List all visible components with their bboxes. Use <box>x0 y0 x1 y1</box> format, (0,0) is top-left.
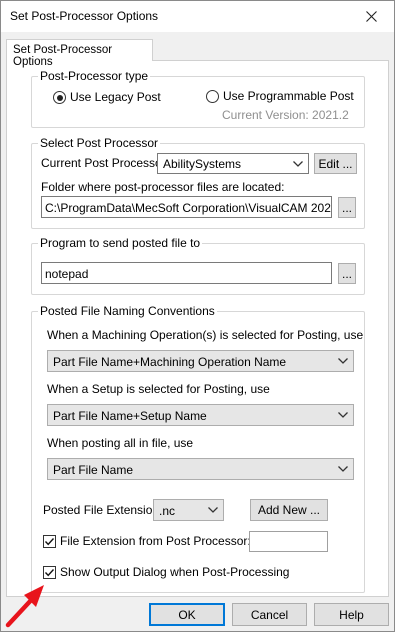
legacy-post-radio[interactable] <box>53 91 66 104</box>
setup-label: When a Setup is selected for Posting, us… <box>47 382 270 396</box>
post-processor-type-group: Post-Processor type Use Legacy Post Use … <box>31 69 365 128</box>
ext-from-post-label[interactable]: File Extension from Post Processor: <box>60 534 251 548</box>
close-icon <box>366 11 377 22</box>
current-post-processor-value: AbilitySystems <box>163 157 242 171</box>
tab-set-post-processor-options[interactable]: Set Post-Processor Options <box>6 39 153 68</box>
add-new-extension-button[interactable]: Add New ... <box>250 499 328 521</box>
checkmark-icon <box>44 538 55 546</box>
edit-post-button[interactable]: Edit ... <box>314 153 357 174</box>
file-extension-value: .nc <box>159 504 176 518</box>
ok-button[interactable]: OK <box>149 603 225 626</box>
setup-value: Part File Name+Setup Name <box>53 409 207 423</box>
ext-from-post-checkbox[interactable] <box>43 535 56 548</box>
select-post-processor-title: Select Post Processor <box>38 136 161 150</box>
show-output-dialog-label[interactable]: Show Output Dialog when Post-Processing <box>60 565 289 579</box>
posting-all-select[interactable]: Part File Name <box>47 458 354 480</box>
file-extension-select[interactable]: .nc <box>153 499 224 521</box>
send-program-title: Program to send posted file to <box>38 236 203 250</box>
tab-panel: Post-Processor type Use Legacy Post Use … <box>6 60 389 597</box>
folder-label: Folder where post-processor files are lo… <box>41 180 285 194</box>
ext-from-post-input[interactable] <box>249 531 328 552</box>
checkmark-icon <box>44 569 55 577</box>
post-processor-options-dialog: Set Post-Processor Options Set Post-Proc… <box>0 0 395 632</box>
machining-op-label: When a Machining Operation(s) is selecte… <box>47 328 364 342</box>
window-title: Set Post-Processor Options <box>10 9 159 23</box>
close-button[interactable] <box>349 1 394 32</box>
folder-browse-button[interactable]: ... <box>338 197 356 218</box>
send-program-input[interactable]: notepad <box>41 262 332 284</box>
folder-path-input[interactable]: C:\ProgramData\MecSoft Corporation\Visua… <box>41 196 332 218</box>
posting-all-value: Part File Name <box>53 463 134 477</box>
red-arrow-icon <box>5 585 44 628</box>
chevron-down-icon <box>338 412 348 418</box>
chevron-down-icon <box>338 466 348 472</box>
select-post-processor-group: Select Post Processor Current Post Proce… <box>31 136 365 229</box>
naming-conventions-title: Posted File Naming Conventions <box>38 304 217 318</box>
current-version-text: Current Version: 2021.2 <box>222 108 349 122</box>
tab-label: Set Post-Processor Options <box>13 44 113 68</box>
chevron-down-icon <box>208 507 218 513</box>
cancel-button[interactable]: Cancel <box>232 603 307 626</box>
machining-op-value: Part File Name+Machining Operation Name <box>53 355 287 369</box>
title-bar: Set Post-Processor Options <box>1 1 394 32</box>
send-program-browse-button[interactable]: ... <box>338 263 356 284</box>
post-processor-type-title: Post-Processor type <box>38 69 151 83</box>
chevron-down-icon <box>338 358 348 364</box>
current-post-processor-select[interactable]: AbilitySystems <box>157 153 309 174</box>
chevron-down-icon <box>293 161 303 167</box>
legacy-post-label[interactable]: Use Legacy Post <box>70 90 161 104</box>
help-button[interactable]: Help <box>314 603 389 626</box>
file-extension-label: Posted File Extension: <box>43 503 163 517</box>
programmable-post-label[interactable]: Use Programmable Post <box>223 89 354 103</box>
machining-op-select[interactable]: Part File Name+Machining Operation Name <box>47 350 354 372</box>
current-post-processor-label: Current Post Processor: <box>41 156 170 170</box>
programmable-post-radio[interactable] <box>206 90 219 103</box>
setup-select[interactable]: Part File Name+Setup Name <box>47 404 354 426</box>
send-program-group: Program to send posted file to notepad .… <box>31 236 365 295</box>
posting-all-label: When posting all in file, use <box>47 436 194 450</box>
naming-conventions-group: Posted File Naming Conventions When a Ma… <box>31 304 365 593</box>
show-output-dialog-checkbox[interactable] <box>43 566 56 579</box>
